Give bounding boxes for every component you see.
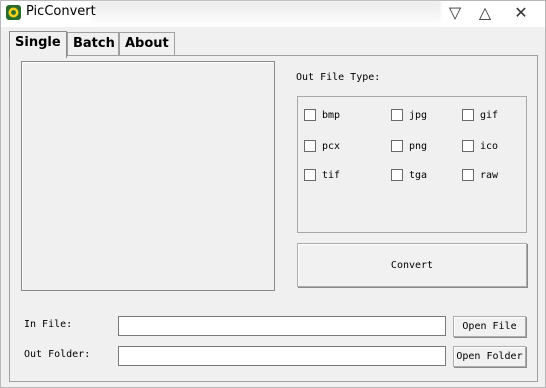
- checkbox-bmp[interactable]: bmp: [304, 109, 340, 121]
- in-file-input[interactable]: [118, 316, 446, 336]
- title-bar-blur: [91, 1, 441, 23]
- checkbox-pcx[interactable]: pcx: [304, 140, 340, 152]
- convert-button[interactable]: Convert: [297, 243, 527, 287]
- checkbox-label: bmp: [322, 109, 341, 121]
- in-file-label: In File:: [24, 319, 73, 330]
- checkbox-label: raw: [480, 169, 499, 181]
- checkbox-label: pcx: [322, 140, 341, 152]
- checkbox-box[interactable]: [462, 140, 474, 152]
- maximize-icon[interactable]: △: [471, 1, 499, 23]
- out-folder-label: Out Folder:: [24, 349, 91, 360]
- tab-batch[interactable]: Batch: [67, 32, 119, 56]
- checkbox-label: gif: [480, 109, 499, 121]
- checkbox-ico[interactable]: ico: [462, 140, 498, 152]
- checkbox-label: png: [409, 140, 428, 152]
- window-title: PicConvert: [26, 4, 96, 19]
- checkbox-raw[interactable]: raw: [462, 169, 498, 181]
- out-folder-input[interactable]: [118, 346, 446, 366]
- checkbox-box[interactable]: [391, 109, 403, 121]
- open-file-button[interactable]: Open File: [453, 316, 526, 337]
- checkbox-label: tga: [409, 169, 428, 181]
- checkbox-box[interactable]: [304, 169, 316, 181]
- minimize-icon[interactable]: ▽: [441, 1, 469, 23]
- checkbox-label: tif: [322, 169, 341, 181]
- app-icon: [6, 5, 21, 20]
- checkbox-box[interactable]: [304, 140, 316, 152]
- checkbox-label: jpg: [409, 109, 428, 121]
- close-icon[interactable]: ✕: [507, 1, 535, 23]
- checkbox-gif[interactable]: gif: [462, 109, 498, 121]
- image-preview: [21, 61, 275, 291]
- checkbox-label: ico: [480, 140, 499, 152]
- checkbox-box[interactable]: [391, 140, 403, 152]
- format-options-group: bmp jpg gif pcx png ico tif tga raw: [297, 96, 527, 233]
- out-file-type-label: Out File Type:: [296, 72, 381, 83]
- checkbox-png[interactable]: png: [391, 140, 427, 152]
- checkbox-jpg[interactable]: jpg: [391, 109, 427, 121]
- checkbox-tga[interactable]: tga: [391, 169, 427, 181]
- open-folder-button[interactable]: Open Folder: [453, 346, 526, 367]
- checkbox-tif[interactable]: tif: [304, 169, 340, 181]
- checkbox-box[interactable]: [304, 109, 316, 121]
- checkbox-box[interactable]: [462, 169, 474, 181]
- checkbox-box[interactable]: [462, 109, 474, 121]
- tab-about[interactable]: About: [119, 32, 175, 56]
- tab-single[interactable]: Single: [9, 31, 67, 58]
- checkbox-box[interactable]: [391, 169, 403, 181]
- app-window: PicConvert ▽ △ ✕ Single Batch About Out …: [0, 0, 546, 388]
- title-bar[interactable]: PicConvert ▽ △ ✕: [1, 1, 545, 27]
